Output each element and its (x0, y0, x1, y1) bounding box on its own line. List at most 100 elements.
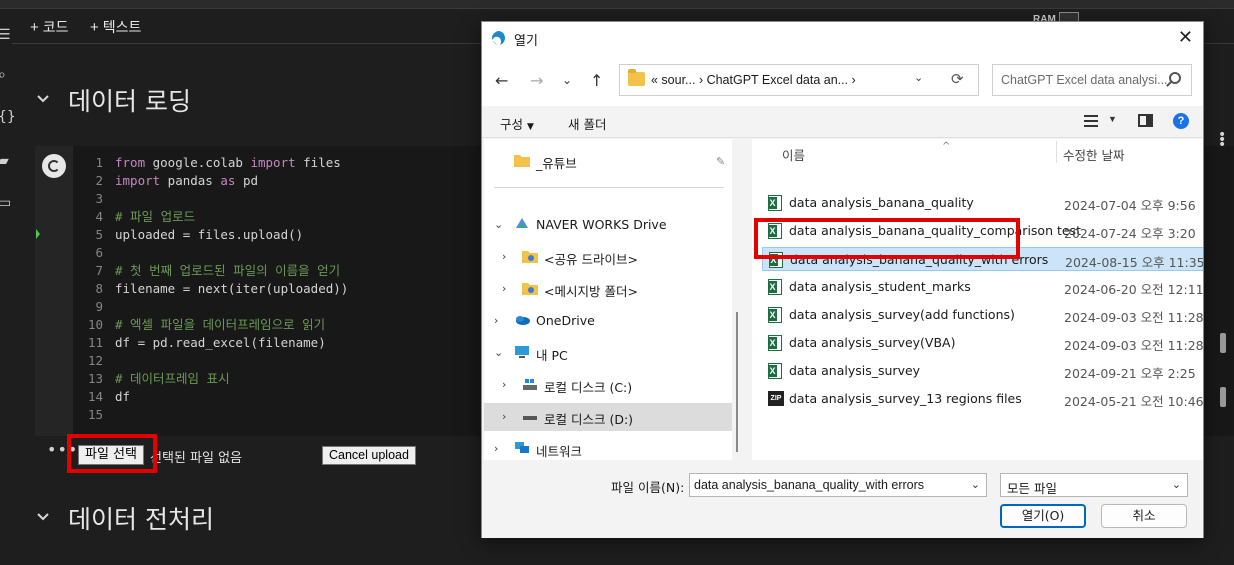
chevron-down-icon[interactable]: ⌄ (494, 218, 503, 231)
code-token: as (220, 173, 236, 188)
pc-icon (514, 345, 530, 359)
help-icon[interactable]: ? (1173, 113, 1189, 129)
scrollbar-thumb[interactable] (1220, 387, 1226, 407)
nav-scrollbar[interactable] (736, 312, 738, 452)
recent-chevron-icon[interactable]: ⌄ (562, 73, 572, 87)
nav-item[interactable]: › OneDrive (484, 307, 732, 335)
zip-file-icon: ZIP (768, 391, 784, 406)
line-number: 15 (87, 407, 103, 422)
variables-icon[interactable]: {} (0, 110, 16, 124)
nav-item[interactable]: › 로컬 디스크 (D:) (484, 403, 732, 431)
search-input[interactable]: ChatGPT Excel data analysi... (992, 64, 1192, 96)
pin-icon[interactable]: ✎ (716, 155, 725, 168)
chevron-right-icon[interactable]: › (502, 250, 506, 263)
nav-item[interactable]: › 네트워크 (484, 435, 732, 460)
line-number: 1 (95, 155, 103, 170)
command-bar: 구성 ▼ 새 폴더 ▼ ? (482, 106, 1203, 138)
forward-arrow-icon[interactable]: → (530, 71, 543, 90)
excel-file-icon (768, 363, 782, 379)
scrollbar-thumb[interactable] (1220, 333, 1226, 353)
chevron-right-icon[interactable]: › (494, 314, 498, 327)
chevron-down-icon[interactable]: ⌄ (914, 71, 923, 84)
file-modified-date: 2024-07-24 오후 3:20 (1064, 226, 1196, 241)
code-token: df = pd.read_excel(filename) (115, 335, 326, 350)
excel-file-icon (768, 195, 782, 211)
view-list-icon[interactable] (1084, 115, 1098, 127)
cancel-upload-button[interactable]: Cancel upload (322, 446, 416, 465)
new-folder-button[interactable]: 새 폴더 (568, 114, 606, 133)
column-modified[interactable]: 수정한 날짜 (1063, 145, 1124, 173)
nav-item[interactable]: ⌄ NAVER WORKS Drive (484, 211, 732, 239)
file-modified-date: 2024-07-04 오후 9:56 (1064, 198, 1196, 213)
code-token: # 엑셀 파일을 데이터프레임으로 읽기 (115, 317, 326, 332)
line-number: 10 (87, 317, 103, 332)
file-modified-date: 2024-05-21 오전 10:46 (1064, 394, 1203, 409)
cloud-icon (514, 313, 530, 327)
nav-item[interactable]: _유튜브 ✎ (484, 147, 732, 175)
search-icon[interactable] (1169, 72, 1181, 84)
open-button[interactable]: 열기(O) (1000, 504, 1086, 528)
more-options-icon[interactable]: • • • (1218, 128, 1226, 152)
back-arrow-icon[interactable]: ← (495, 71, 508, 90)
add-code-button[interactable]: + 코드 (30, 17, 69, 37)
file-modified-date: 2024-09-03 오전 11:28 (1064, 310, 1203, 325)
preview-pane-icon[interactable] (1138, 114, 1153, 127)
file-row[interactable]: data analysis_survey(add functions) 2024-… (762, 303, 1203, 327)
nav-item[interactable]: › <공유 드라이브> (484, 243, 732, 271)
chevron-down-icon[interactable]: ⌄ (1172, 478, 1181, 491)
file-row[interactable]: data analysis_survey 2024-09-21 오후 2:25 (762, 359, 1203, 383)
file-row[interactable]: data analysis_banana_quality 2024-07-04 오… (762, 191, 1203, 215)
code-token: # 파일 업로드 (115, 209, 196, 224)
dialog-titlebar[interactable]: 열기 ✕ (482, 22, 1203, 54)
folder-icon[interactable]: ▭ (0, 196, 11, 210)
chevron-down-icon[interactable]: ⌄ (971, 478, 980, 491)
chevron-down-icon[interactable]: ⌄ (494, 346, 503, 359)
navigation-pane[interactable]: _유튜브 ✎ ⌄ NAVER WORKS Drive › <공유 드라이브> › <메시지방 … (484, 139, 732, 460)
organize-menu[interactable]: 구성 ▼ (500, 114, 534, 133)
dialog-footer: 파일 이름(N): data analysis_banana_quality_w… (482, 460, 1203, 538)
up-arrow-icon[interactable]: ↑ (590, 71, 603, 90)
filename-value[interactable]: data analysis_banana_quality_with errors (694, 478, 924, 492)
chevron-right-icon[interactable]: › (502, 378, 506, 391)
menu-icon[interactable]: ☰ (0, 28, 11, 42)
column-separator[interactable] (1056, 141, 1057, 163)
chevron-right-icon[interactable]: › (494, 442, 498, 455)
address-path[interactable]: « sour... › ChatGPT Excel data an... › (651, 73, 856, 87)
line-number: 5 (95, 227, 103, 242)
open-file-dialog: 열기 ✕ ← → ⌄ ↑ « sour... › ChatGPT Excel d… (481, 21, 1204, 538)
line-number: 6 (95, 245, 103, 260)
column-name[interactable]: 이름 ^ (782, 141, 1056, 173)
run-cell-button[interactable] (42, 154, 66, 178)
nav-item[interactable]: › 로컬 디스크 (C:) (484, 371, 732, 399)
file-row[interactable]: data analysis_survey(VBA) 2024-09-03 오전 1… (762, 331, 1203, 355)
file-row[interactable]: data analysis_student_marks 2024-06-20 오전… (762, 275, 1203, 299)
code-token: files (295, 155, 341, 170)
view-caret-icon[interactable]: ▼ (1108, 114, 1117, 124)
file-name: data analysis_survey (789, 363, 921, 378)
search-icon[interactable]: ⌕ (0, 68, 10, 82)
section-data-loading[interactable]: 데이터 로딩 (36, 82, 191, 118)
excel-file-icon (768, 307, 782, 323)
code-token: # 데이터프레임 표시 (115, 371, 230, 386)
section-title: 데이터 로딩 (68, 87, 191, 116)
chevron-down-icon (37, 513, 49, 521)
refresh-icon[interactable]: ⟳ (951, 70, 964, 88)
section-data-preprocessing[interactable]: 데이터 전처리 (36, 500, 214, 536)
line-number: 13 (87, 371, 103, 386)
filename-input[interactable]: data analysis_banana_quality_with errors… (689, 473, 987, 497)
chevron-right-icon[interactable]: › (502, 410, 506, 423)
chevron-down-icon (37, 95, 49, 103)
key-icon[interactable]: ▰ (0, 154, 10, 168)
address-bar[interactable]: « sour... › ChatGPT Excel data an... › ⌄… (619, 64, 979, 96)
file-row[interactable]: ZIP data analysis_survey_13 regions files… (762, 387, 1203, 411)
nav-item[interactable]: ⌄ 내 PC (484, 339, 732, 367)
nav-item[interactable]: › <메시지방 폴더> (484, 275, 732, 303)
cancel-button[interactable]: 취소 (1101, 504, 1187, 528)
chevron-right-icon[interactable]: › (502, 282, 506, 295)
add-text-button[interactable]: + 텍스트 (90, 17, 141, 37)
file-list[interactable]: 이름^ 수정한 날짜 data analysis_banana_quality 2… (752, 139, 1203, 460)
highlight-box-choose-file (67, 434, 157, 473)
file-name: data analysis_survey_13 regions files (789, 391, 1022, 406)
close-icon[interactable]: ✕ (1178, 27, 1193, 48)
file-type-select[interactable]: 모든 파일 ⌄ (1000, 473, 1188, 497)
